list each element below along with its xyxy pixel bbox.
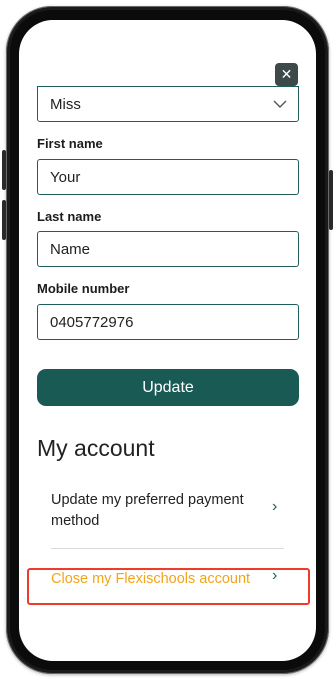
side-button: [2, 150, 6, 190]
chevron-right-icon: ›: [272, 498, 278, 515]
mobile-number-field[interactable]: 0405772976: [37, 304, 299, 340]
chevron-down-icon: [273, 100, 287, 108]
highlight-box: [27, 568, 310, 605]
first-name-field[interactable]: Your: [37, 159, 299, 195]
list-item-label: Update my preferred payment method: [51, 492, 244, 529]
close-icon: ✕: [280, 66, 293, 82]
update-button[interactable]: Update: [37, 369, 299, 406]
first-name-label: First name: [37, 136, 103, 151]
title-select[interactable]: Miss: [37, 86, 299, 122]
last-name-value: Name: [50, 240, 91, 258]
side-button: [2, 200, 6, 240]
divider: [51, 548, 284, 549]
last-name-field[interactable]: Name: [37, 231, 299, 267]
mobile-number-label: Mobile number: [37, 281, 130, 296]
last-name-label: Last name: [37, 209, 102, 224]
my-account-heading: My account: [37, 435, 155, 461]
close-button[interactable]: ✕: [275, 63, 298, 86]
title-select-value: Miss: [50, 95, 81, 113]
screen: ✕ Miss First name Your Last name Name Mo…: [19, 20, 316, 661]
mobile-number-value: 0405772976: [50, 313, 134, 331]
first-name-value: Your: [50, 168, 81, 186]
side-button: [329, 170, 333, 230]
